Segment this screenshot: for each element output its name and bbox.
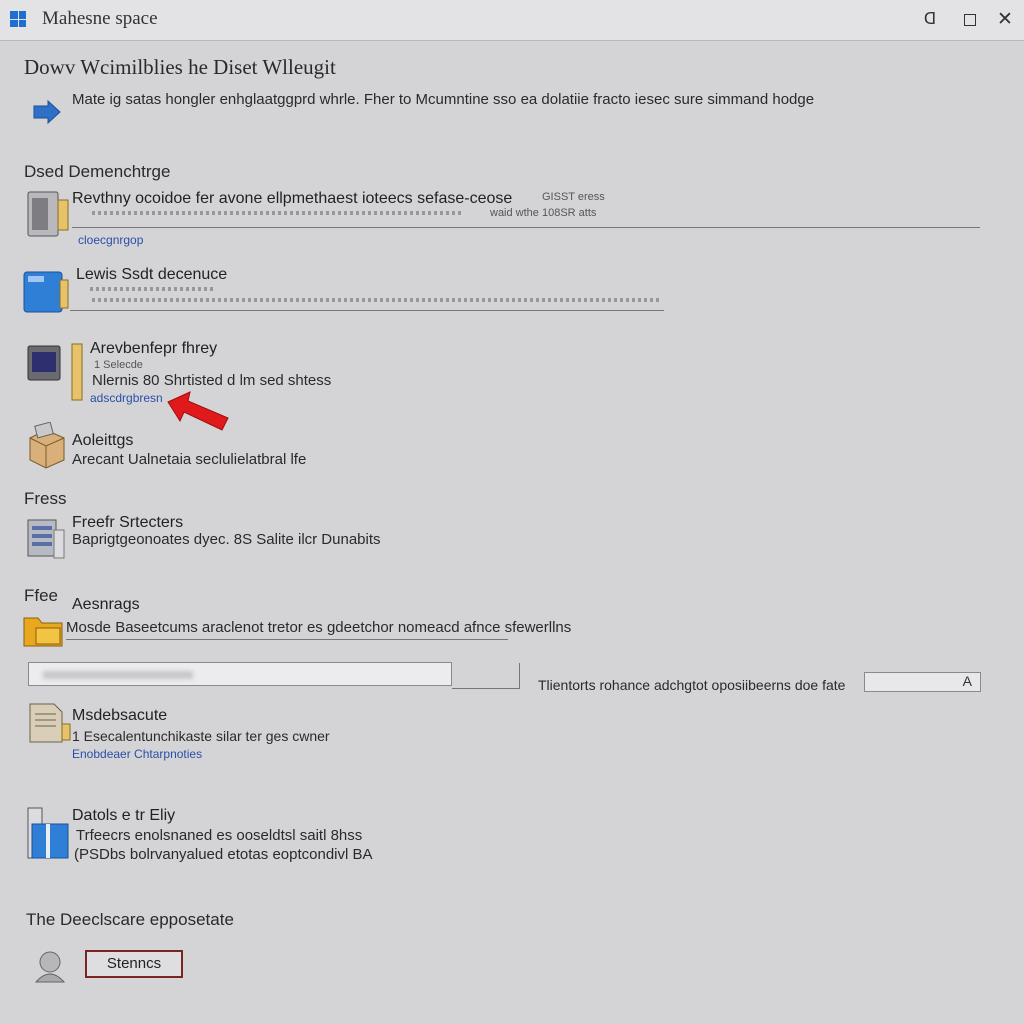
arrow-box-icon bbox=[33, 99, 61, 125]
text-input[interactable] bbox=[28, 662, 452, 686]
dropdown-select[interactable]: A bbox=[864, 672, 981, 692]
section-label: Dsed Demenchtrge bbox=[24, 162, 171, 181]
item-description: Baprigtgeonoates dyec. 8S Salite ilcr Du… bbox=[72, 531, 381, 548]
item-description: Arecant Ualnetaia seclulielatbral lfe bbox=[72, 451, 307, 468]
item-description: 1 Esecalentunchikaste silar ter ges cwne… bbox=[72, 728, 330, 744]
section-label: Ffee bbox=[24, 586, 59, 605]
item-title: Arevbenfepr fhrey bbox=[90, 340, 218, 357]
item-title: Revthny ocoidoe fer avone ellpmethaest i… bbox=[72, 190, 513, 207]
item-title: Lewis Ssdt decenuce bbox=[76, 266, 228, 283]
field-label: Tlientorts rohance adchgtot oposiibeerns… bbox=[538, 677, 846, 693]
close-button[interactable]: ✕ bbox=[989, 6, 1021, 34]
divider bbox=[519, 663, 520, 689]
divider bbox=[72, 227, 980, 228]
user-avatar-icon bbox=[34, 951, 66, 983]
page-title: Dowv Wcimilblies he Diset Wlleugit bbox=[24, 55, 336, 79]
item-side-text: GISST eress bbox=[542, 191, 605, 203]
section-label: The Deeclscare epposetate bbox=[26, 910, 234, 929]
monitor-icon bbox=[27, 343, 83, 401]
maximize-icon bbox=[964, 13, 976, 26]
item-subtitle: 1 Selecde bbox=[94, 359, 143, 371]
item-description: Mosde Baseetcums araclenot tretor es gde… bbox=[66, 619, 572, 636]
divider bbox=[66, 639, 508, 640]
item-title: Msdebsacute bbox=[72, 707, 168, 724]
item-description: Nlernis 80 Shrtisted d lm sed shtess bbox=[92, 372, 332, 389]
item-link[interactable]: cloecgnrgop bbox=[78, 233, 143, 247]
item-description: Trfeecrs enolsnaned es ooseldtsl saitl 8… bbox=[76, 827, 363, 844]
window-app-icon bbox=[23, 271, 69, 313]
action-button[interactable]: Stenncs bbox=[85, 950, 183, 978]
item-detail-blur bbox=[92, 298, 660, 302]
item-side-text: waid wthe 108SR atts bbox=[490, 207, 597, 219]
item-link[interactable]: Enobdeaer Chtarpnoties bbox=[72, 747, 202, 761]
red-arrow-icon bbox=[167, 391, 229, 431]
item-title: Datols e tr Eliy bbox=[72, 807, 176, 824]
item-title: Aesnrags bbox=[72, 596, 140, 613]
item-title: Freefr Srtecters bbox=[72, 514, 184, 531]
title-bar: Mahesne space ᗡ ✕ bbox=[0, 0, 1024, 41]
divider bbox=[70, 310, 664, 311]
computer-tower-icon bbox=[27, 191, 69, 237]
divider bbox=[452, 688, 520, 689]
minimize-button[interactable]: ᗡ bbox=[914, 6, 946, 34]
server-stack-icon bbox=[27, 519, 65, 559]
maximize-button[interactable] bbox=[954, 6, 986, 34]
folder-icon bbox=[23, 617, 63, 647]
package-box-icon bbox=[29, 422, 65, 469]
section-label: Fress bbox=[24, 489, 67, 508]
item-detail-blur bbox=[92, 211, 462, 215]
windows-logo-icon bbox=[10, 11, 26, 27]
dropdown-arrow-icon: A bbox=[962, 673, 972, 689]
item-link[interactable]: adscdrgbresn bbox=[90, 391, 163, 405]
document-scroll-icon bbox=[29, 703, 71, 743]
item-title: Aoleittgs bbox=[72, 432, 134, 449]
item-description: (PSDbs bolrvanyalued etotas eoptcondivl … bbox=[74, 846, 373, 863]
blue-book-icon bbox=[27, 807, 69, 859]
intro-text: Mate ig satas hongler enhglaatggprd whrl… bbox=[72, 91, 815, 108]
item-detail-blur bbox=[90, 287, 215, 291]
window-title: Mahesne space bbox=[42, 8, 158, 29]
